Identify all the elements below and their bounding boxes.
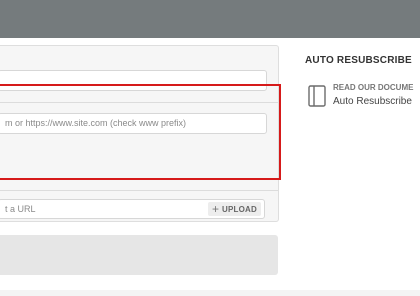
plus-icon: + xyxy=(212,202,220,216)
settings-card: m or https://www.site.com (check www pre… xyxy=(0,38,420,290)
upload-url-field[interactable]: t a URL + UPLOAD xyxy=(0,199,265,219)
book-icon xyxy=(308,85,326,107)
upload-url-placeholder: t a URL xyxy=(5,204,36,214)
highlight-box xyxy=(0,84,281,180)
sidebar-title: AUTO RESUBSCRIBE xyxy=(305,55,412,66)
divider xyxy=(0,190,278,191)
read-docs-link[interactable]: READ OUR DOCUME xyxy=(333,83,413,92)
top-bar xyxy=(0,0,420,38)
upload-label: UPLOAD xyxy=(222,204,257,214)
docs-subtitle: Auto Resubscribe xyxy=(333,96,412,107)
bottom-panel xyxy=(0,235,278,275)
upload-button[interactable]: + UPLOAD xyxy=(208,202,261,216)
